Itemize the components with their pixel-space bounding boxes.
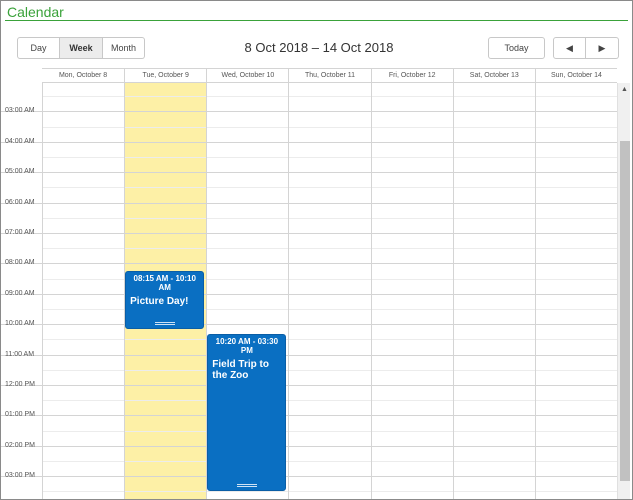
half-hour-gridline (42, 461, 617, 462)
day-header-row: Mon, October 8 Tue, October 9 Wed, October… (42, 68, 617, 83)
date-range-label: 8 Oct 2018 – 14 Oct 2018 (244, 40, 394, 55)
time-label: 02:00 AM (5, 83, 35, 85)
time-label: 05:00 AM (5, 168, 35, 176)
day-column-divider (288, 83, 290, 499)
triangle-right-icon: ▶ (598, 42, 606, 53)
time-label: 08:00 AM (5, 259, 35, 267)
today-button[interactable]: Today (488, 37, 545, 59)
event-title: Picture Day! (130, 296, 189, 307)
next-week-button[interactable]: ▶ (586, 37, 619, 59)
calendar-event[interactable]: 08:15 AM - 10:10 AM Picture Day! (125, 271, 205, 330)
hour-gridline (42, 233, 617, 234)
scrollbar-thumb[interactable] (620, 141, 630, 481)
scroll-up-arrow-icon[interactable]: ▲ (618, 83, 631, 95)
hour-gridline (42, 354, 617, 356)
day-column-header[interactable]: Wed, October 10 (206, 69, 288, 82)
hour-gridline (42, 263, 617, 265)
day-column-header[interactable]: Mon, October 8 (42, 69, 124, 82)
hour-gridline (42, 445, 617, 447)
time-label: 12:00 PM (5, 381, 35, 388)
day-column-divider (534, 83, 536, 499)
day-view-button[interactable]: Day (17, 37, 60, 59)
week-grid[interactable]: 02:00 AM 03:00 AM 04:00 AM 05:00 AM 06:00 AM… (1, 83, 617, 499)
time-label: 07:00 AM (5, 229, 35, 236)
time-label: 09:00 AM (5, 289, 35, 297)
hour-gridline (42, 172, 617, 174)
time-label: 02:00 PM (5, 441, 35, 449)
time-gutter: 02:00 AM 03:00 AM 04:00 AM 05:00 AM 06:00 AM… (1, 83, 42, 499)
day-column-divider (370, 83, 372, 499)
vertical-scrollbar[interactable]: ▲ (617, 83, 630, 499)
half-hour-gridline (42, 187, 617, 189)
time-label: 04:00 AM (5, 137, 35, 145)
event-resize-handle[interactable] (154, 322, 175, 326)
view-switcher: Day Week Month (17, 37, 145, 59)
hour-gridline (42, 111, 617, 113)
half-hour-gridline (42, 400, 617, 402)
half-hour-gridline (42, 217, 617, 219)
half-hour-gridline (42, 491, 617, 493)
half-hour-gridline (42, 430, 617, 432)
time-label: 11:00 AM (5, 350, 35, 358)
day-column-divider (452, 83, 454, 499)
half-hour-gridline (42, 96, 617, 98)
calendar-window: Calendar Day Week Month 8 Oct 2018 – 14 … (0, 0, 633, 500)
time-label: 03:00 PM (5, 472, 35, 480)
hour-gridline (42, 141, 617, 143)
half-hour-gridline (42, 157, 617, 158)
hour-gridline (42, 415, 617, 417)
half-hour-gridline (42, 248, 617, 250)
half-hour-gridline (42, 369, 617, 371)
hour-gridline (42, 476, 617, 478)
time-label: 03:00 AM (5, 107, 35, 115)
triangle-left-icon: ◀ (566, 42, 573, 53)
week-view-button[interactable]: Week (60, 37, 103, 59)
event-time: 10:20 AM - 03:30 PM (215, 337, 279, 356)
event-resize-handle[interactable] (236, 484, 257, 488)
event-time: 08:15 AM - 10:10 AM (133, 274, 196, 292)
event-title: Field Trip to the Zoo (212, 359, 269, 382)
day-column-header[interactable]: Tue, October 9 (124, 69, 206, 82)
hour-gridline (42, 202, 617, 204)
day-column-header[interactable]: Fri, October 12 (370, 69, 453, 82)
day-column-header[interactable]: Sun, October 14 (534, 69, 617, 82)
previous-week-button[interactable]: ◀ (553, 37, 586, 59)
day-column-divider (42, 83, 43, 499)
navigation-buttons: ◀ ▶ (553, 37, 619, 59)
month-view-button[interactable]: Month (103, 37, 145, 59)
title-divider (5, 20, 628, 21)
time-label: 01:00 PM (5, 411, 35, 419)
half-hour-gridline (42, 339, 617, 341)
app-title: Calendar (7, 4, 64, 20)
day-column-header[interactable]: Sat, October 13 (452, 69, 535, 82)
hour-gridline (42, 385, 617, 386)
time-label: 06:00 AM (5, 198, 35, 206)
time-label: 10:00 AM (5, 320, 35, 328)
day-column-header[interactable]: Thu, October 11 (288, 69, 370, 82)
half-hour-gridline (42, 126, 617, 128)
calendar-event[interactable]: 10:20 AM - 03:30 PM Field Trip to the Zoo (207, 334, 287, 492)
